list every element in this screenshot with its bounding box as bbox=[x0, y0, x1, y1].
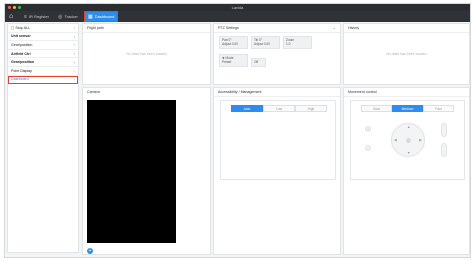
window-title: Lavida bbox=[231, 5, 244, 10]
ptz-settings-panel: PTZ Settings ⌄ Pan 0° Adjust 0.00 Tilt 0… bbox=[213, 23, 341, 85]
sidebar-item-label: Gear/position bbox=[11, 42, 33, 47]
sidebar-item-dashboard[interactable]: Dashboard › bbox=[8, 75, 78, 85]
tab-ir-register[interactable]: ≡ IR Register bbox=[21, 12, 52, 21]
sidebar-item-label: Unit sensor bbox=[11, 34, 31, 39]
sidebar: ▢ Stop ALL › Unit sensor › Gear/position… bbox=[7, 23, 79, 253]
sidebar-item-label: Gear/position bbox=[11, 60, 35, 65]
segment-low[interactable]: Low bbox=[263, 105, 295, 112]
tracker-icon: ◎ bbox=[58, 13, 63, 20]
focus-far-icon[interactable]: ◦ bbox=[441, 143, 447, 157]
tab-dashboard[interactable]: ▦ Dashboard bbox=[83, 11, 119, 22]
chevron-right-icon: › bbox=[73, 33, 75, 39]
sidebar-item-gear-position[interactable]: Gear/position › bbox=[8, 41, 78, 50]
direction-joystick[interactable]: ▲ ▼ ◀ ▶ bbox=[391, 123, 425, 157]
panel-title: History bbox=[348, 26, 360, 30]
segment-medium[interactable]: Medium bbox=[392, 105, 423, 112]
accessibility-inner-box: Auto Low High bbox=[220, 100, 336, 180]
accessibility-segmented-control: Auto Low High bbox=[231, 105, 327, 112]
home-icon[interactable]: ⌂ bbox=[9, 13, 16, 20]
register-icon: ≡ bbox=[24, 13, 27, 20]
accessibility-panel: Accessibility / Management Auto Low High bbox=[213, 87, 341, 255]
arrow-down-icon[interactable]: ▼ bbox=[407, 151, 410, 155]
tab-bar: ⌂ ≡ IR Register ◎ Tracker ▦ Dashboard bbox=[5, 11, 470, 22]
chevron-down-icon[interactable]: ⌄ bbox=[333, 25, 336, 30]
tab-tracker[interactable]: ◎ Tracker bbox=[55, 12, 81, 21]
arrow-left-icon[interactable]: ◀ bbox=[394, 138, 397, 142]
tab-label: IR Register bbox=[28, 14, 49, 19]
segment-high[interactable]: High bbox=[295, 105, 327, 112]
movement-inner-box: Slow Medium Fast + − ▲ ▼ ◀ ▶ ◦ ◦ bbox=[350, 100, 465, 180]
panel-title: Accessibility / Management bbox=[218, 90, 262, 94]
panel-title: Flight path bbox=[87, 26, 104, 30]
joystick-center[interactable] bbox=[406, 138, 411, 143]
camera-panel: Camera + bbox=[82, 87, 211, 255]
sidebar-item-label: Point Display bbox=[11, 68, 32, 73]
divider bbox=[214, 96, 340, 97]
history-panel: History No data has been loaded bbox=[343, 23, 470, 85]
mode-field[interactable]: ✚ Mode Preset bbox=[219, 54, 248, 67]
field-value: Off bbox=[254, 60, 259, 64]
segment-auto[interactable]: Auto bbox=[231, 105, 263, 112]
chevron-right-icon: › bbox=[73, 68, 75, 74]
divider bbox=[344, 96, 469, 97]
movement-control-panel: Movement control Slow Medium Fast + − ▲ … bbox=[343, 87, 470, 255]
field-value: Adjust 0.00 bbox=[254, 42, 270, 46]
tilt-field[interactable]: Tilt 0° Adjust 0.00 bbox=[251, 36, 280, 49]
arrow-right-icon[interactable]: ▶ bbox=[419, 138, 422, 142]
sidebar-item-label: Airfield Ctrl bbox=[11, 51, 31, 56]
chevron-right-icon: › bbox=[73, 51, 75, 57]
chevron-right-icon: › bbox=[73, 25, 75, 31]
sidebar-item-stop-all[interactable]: ▢ Stop ALL › bbox=[8, 24, 78, 33]
sidebar-item-airfield-ctrl[interactable]: Airfield Ctrl › bbox=[8, 50, 78, 59]
empty-state-text: No data has been loaded bbox=[386, 52, 427, 56]
camera-video-feed[interactable] bbox=[87, 100, 176, 243]
panel-title: Camera bbox=[87, 90, 100, 94]
segment-fast[interactable]: Fast bbox=[423, 105, 454, 112]
divider bbox=[214, 32, 340, 33]
app-window: Lavida ⌂ ≡ IR Register ◎ Tracker ▦ Dashb… bbox=[4, 3, 471, 258]
flight-path-panel: Flight path No data has been loaded bbox=[82, 23, 211, 85]
focus-near-icon[interactable]: ◦ bbox=[441, 123, 447, 137]
empty-state-text: No data has been loaded bbox=[126, 52, 167, 56]
field-value: Preset bbox=[222, 60, 232, 64]
pan-field[interactable]: Pan 0° Adjust 0.00 bbox=[219, 36, 248, 49]
sidebar-item-unit-sensor[interactable]: Unit sensor › bbox=[8, 33, 78, 42]
zoom-out-icon[interactable]: − bbox=[365, 145, 371, 151]
zoom-field[interactable]: Zoom 1.0 bbox=[283, 36, 312, 49]
segment-slow[interactable]: Slow bbox=[361, 105, 392, 112]
field-value: Adjust 0.00 bbox=[222, 42, 238, 46]
panel-title: PTZ Settings bbox=[218, 26, 239, 30]
arrow-up-icon[interactable]: ▲ bbox=[407, 125, 410, 129]
chevron-right-icon: › bbox=[73, 59, 75, 65]
sidebar-item-point-display[interactable]: Point Display › bbox=[8, 67, 78, 76]
zoom-in-icon[interactable]: + bbox=[365, 126, 371, 132]
add-icon[interactable]: + bbox=[87, 248, 93, 254]
sidebar-item-label: ▢ Stop ALL bbox=[11, 25, 30, 30]
mode-extra-field[interactable]: Off bbox=[251, 58, 266, 67]
divider bbox=[83, 32, 210, 33]
dashboard-icon: ▦ bbox=[88, 13, 93, 20]
sidebar-item-label: Dashboard bbox=[11, 77, 29, 82]
chevron-right-icon: › bbox=[73, 76, 75, 82]
divider bbox=[344, 32, 469, 33]
chevron-right-icon: › bbox=[73, 42, 75, 48]
sidebar-item-gear-position-2[interactable]: Gear/position › bbox=[8, 58, 78, 67]
tab-label: Tracker bbox=[64, 14, 78, 19]
field-value: 1.0 bbox=[286, 42, 291, 46]
title-bar: Lavida bbox=[5, 4, 470, 11]
panel-title: Movement control bbox=[348, 90, 377, 94]
speed-segmented-control: Slow Medium Fast bbox=[361, 105, 454, 112]
tab-label: Dashboard bbox=[94, 14, 115, 19]
